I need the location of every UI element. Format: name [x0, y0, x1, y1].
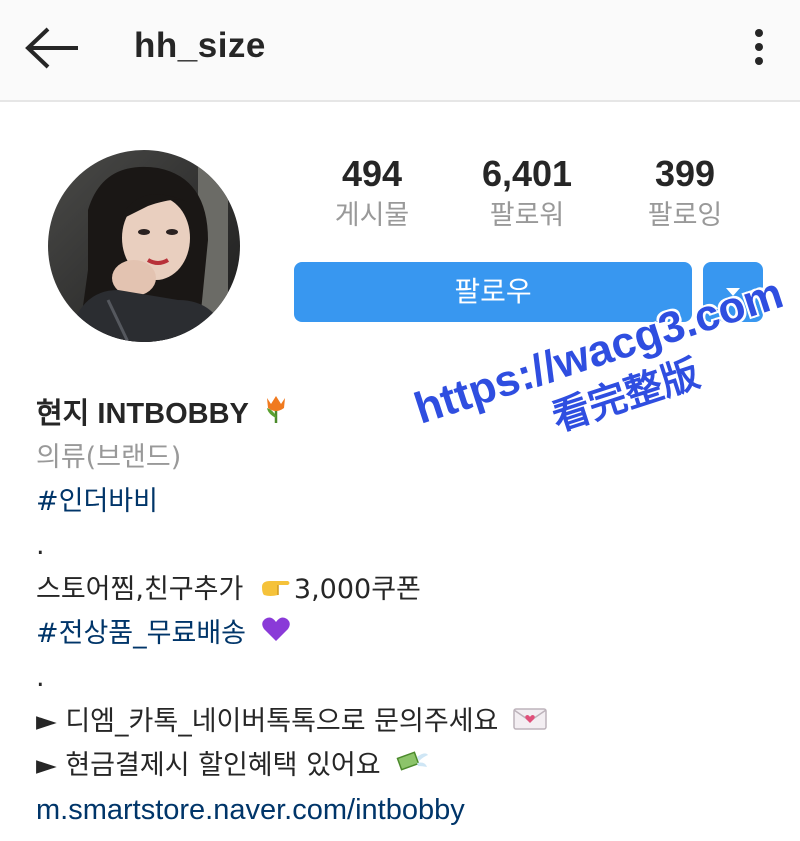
followers-stat[interactable]: 6,401 팔로워 — [442, 152, 612, 236]
display-name: 현지 INTBOBBY — [36, 398, 249, 430]
profile-bio: 현지 INTBOBBY 의류(브랜드) #인더바비 . 스토어찜,친구추가 3,… — [36, 392, 776, 832]
followers-count: 6,401 — [481, 153, 573, 194]
posts-label: 게시물 — [334, 200, 410, 231]
coupon-text: 3,000쿠폰 — [293, 574, 421, 605]
pointing-hand-icon — [260, 569, 292, 613]
hashtag-indabobby[interactable]: #인더바비 — [36, 480, 776, 524]
followers-label: 팔로워 — [489, 200, 565, 231]
profile-website-link[interactable]: m.smartstore.naver.com/intbobby — [36, 788, 776, 832]
bio-inquiry-line: ► 디엠_카톡_네이버톡톡으로 문의주세요 — [36, 700, 776, 744]
bio-dot-1: . — [36, 530, 45, 561]
money-with-wings-icon — [395, 745, 429, 789]
hashtag-free-shipping[interactable]: #전상품_무료배송 — [36, 618, 246, 649]
profile-username: hh_size — [134, 26, 266, 65]
purple-heart-icon — [261, 613, 291, 657]
bio-free-shipping-line: #전상품_무료배송 — [36, 612, 776, 656]
following-count: 399 — [654, 153, 716, 194]
love-letter-icon — [513, 701, 547, 745]
posts-count: 494 — [341, 153, 403, 194]
avatar-photo — [48, 150, 240, 342]
back-button[interactable] — [22, 26, 82, 70]
tulip-icon — [263, 394, 289, 438]
inquiry-text: ► 디엠_카톡_네이버톡톡으로 문의주세요 — [36, 706, 499, 737]
top-bar: hh_size — [0, 0, 800, 102]
more-vertical-icon — [755, 29, 763, 65]
discount-text: ► 현금결제시 할인혜택 있어요 — [36, 750, 381, 781]
bio-store-line: 스토어찜,친구추가 3,000쿠폰 — [36, 568, 776, 612]
bio-discount-line: ► 현금결제시 할인혜택 있어요 — [36, 744, 776, 788]
store-follow-text: 스토어찜,친구추가 — [36, 574, 244, 605]
bio-dot-2: . — [36, 662, 45, 693]
profile-category: 의류(브랜드) — [36, 442, 182, 473]
arrow-left-icon — [25, 27, 78, 69]
more-options-button[interactable] — [742, 26, 776, 72]
profile-avatar[interactable] — [48, 150, 240, 342]
posts-stat[interactable]: 494 게시물 — [287, 152, 457, 236]
